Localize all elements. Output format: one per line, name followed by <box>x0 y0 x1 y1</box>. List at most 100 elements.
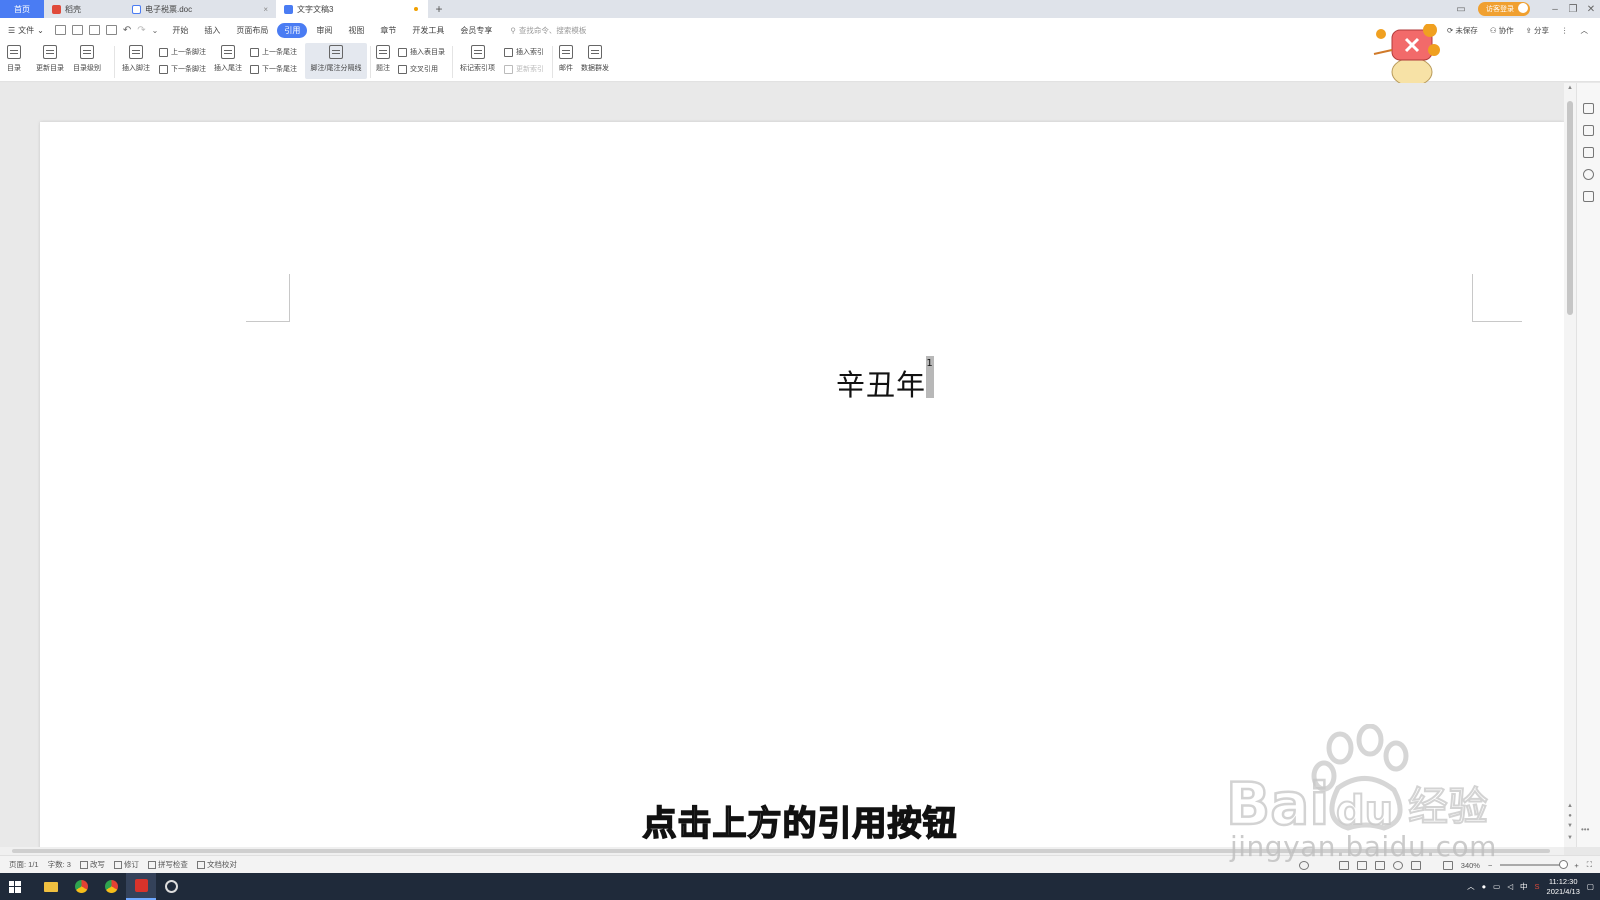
insert-index-button[interactable]: 插入索引 <box>504 47 544 57</box>
collapse-ribbon-icon[interactable]: ︿ <box>1581 25 1589 36</box>
tab-view[interactable]: 视图 <box>341 23 371 38</box>
rewrite-toggle[interactable]: 改写 <box>79 859 105 870</box>
tab-daoke[interactable]: 稻壳 <box>44 0 124 18</box>
volume-icon[interactable]: ◁ <box>1507 882 1513 891</box>
zoom-in-icon[interactable]: + <box>1574 861 1578 870</box>
toc-level-button[interactable]: 目录级别 <box>73 45 101 73</box>
customize-toolbar-icon[interactable]: ⌄ <box>152 26 159 35</box>
mark-index-label: 标记索引项 <box>460 65 495 72</box>
help-icon[interactable] <box>1583 169 1594 180</box>
minimize-button[interactable]: – <box>1546 4 1564 15</box>
chrome-icon <box>104 880 118 893</box>
zoom-slider-knob[interactable] <box>1559 860 1569 869</box>
start-button[interactable] <box>0 873 30 900</box>
data-distribution-button[interactable]: 数据群发 <box>581 45 609 73</box>
taskbar-obs[interactable] <box>156 873 186 900</box>
next-footnote-button[interactable]: 下一条脚注 <box>159 64 206 74</box>
document-text[interactable]: 辛丑年1 <box>836 356 935 404</box>
footnote-icon <box>129 45 143 59</box>
restore-button[interactable]: ❐ <box>1564 4 1582 15</box>
cross-reference-button[interactable]: 交叉引用 <box>398 64 438 74</box>
redo-icon[interactable]: ↷ <box>137 25 145 36</box>
export-icon[interactable] <box>71 25 83 35</box>
network-icon[interactable]: ▭ <box>1493 882 1500 891</box>
page-count[interactable]: 页面: 1/1 <box>9 859 39 870</box>
sogou-icon[interactable]: S <box>1535 882 1540 891</box>
vertical-scrollbar[interactable]: ▲ ▲ ● ▼ ▼ <box>1564 83 1576 847</box>
scroll-up-icon[interactable]: ▲ <box>1564 85 1576 91</box>
insert-endnote-button[interactable]: 插入尾注 <box>214 45 242 73</box>
update-index-button[interactable]: 更新索引 <box>504 64 544 74</box>
tray-expand-icon[interactable]: ︿ <box>1467 881 1475 892</box>
backup-icon[interactable] <box>1583 191 1594 202</box>
toc-level-icon <box>80 45 94 59</box>
prev-endnote-button[interactable]: 上一条尾注 <box>250 47 297 57</box>
mascot-icon[interactable] <box>1372 24 1452 88</box>
taskbar-chrome[interactable] <box>66 873 96 900</box>
revise-toggle[interactable]: 修订 <box>113 859 139 870</box>
save-icon[interactable] <box>54 25 66 35</box>
window-layout-icon[interactable]: ▭ <box>1452 4 1470 15</box>
proofread-button[interactable]: 文档校对 <box>196 859 237 870</box>
tab-page-layout[interactable]: 页面布局 <box>229 23 275 38</box>
qq-icon[interactable]: ● <box>1482 882 1487 891</box>
login-button[interactable]: 访客登录 <box>1478 2 1530 16</box>
scrollbar-thumb[interactable] <box>1567 101 1573 315</box>
tab-home[interactable]: 首页 <box>0 0 44 18</box>
taskbar-chrome-2[interactable] <box>96 873 126 900</box>
next-endnote-button[interactable]: 下一条尾注 <box>250 64 297 74</box>
tab-references[interactable]: 引用 <box>277 22 308 38</box>
update-toc-button[interactable]: 更新目录 <box>36 45 64 73</box>
print-preview-icon[interactable] <box>105 25 117 35</box>
undo-icon[interactable]: ↶ <box>123 25 131 36</box>
ime-indicator[interactable]: 中 <box>1520 881 1528 892</box>
edit-icon[interactable] <box>1583 103 1594 114</box>
document-text-content: 辛丑年 <box>836 368 927 402</box>
data-distribution-icon <box>588 45 602 59</box>
tab-insert[interactable]: 插入 <box>197 23 227 38</box>
zoom-slider[interactable] <box>1500 860 1569 869</box>
windows-taskbar: ︿ ● ▭ ◁ 中 S 11:12:30 2021/4/13 ▢ <box>0 873 1600 900</box>
spellcheck-button[interactable]: 拼写检查 <box>147 859 188 870</box>
toc-level-label: 目录级别 <box>73 65 101 72</box>
insert-table-of-figures-button[interactable]: 插入表目录 <box>398 47 445 57</box>
more-icon[interactable]: ⋮ <box>1561 26 1569 35</box>
tab-developer[interactable]: 开发工具 <box>405 23 451 38</box>
caption-button[interactable]: 题注 <box>376 45 390 73</box>
clock[interactable]: 11:12:30 2021/4/13 <box>1547 877 1580 897</box>
menu-bar: ☰ 文件 ⌄ ↶ ↷ ⌄ 开始 插入 页面布局 引用 审阅 视图 章节 开发工具… <box>0 18 1600 42</box>
word-count[interactable]: 字数: 3 <box>48 859 71 870</box>
adjust-icon[interactable] <box>1583 147 1594 158</box>
taskbar-explorer[interactable] <box>36 873 66 900</box>
unsaved-dot-icon <box>414 7 418 11</box>
tab-document-active[interactable]: 文字文稿3 <box>276 0 428 18</box>
insert-index-icon <box>504 47 513 57</box>
right-tool-sidebar: ••• <box>1576 83 1600 847</box>
taskbar-wps[interactable] <box>126 873 156 900</box>
mark-index-button[interactable]: 标记索引项 <box>460 45 495 73</box>
separator-label: 脚注/尾注分隔线 <box>310 65 362 72</box>
tab-member[interactable]: 会员专享 <box>453 23 499 38</box>
select-icon[interactable] <box>1583 125 1594 136</box>
command-search[interactable]: ⚲ 查找命令、搜索模板 <box>510 25 586 36</box>
prev-footnote-button[interactable]: 上一条脚注 <box>159 47 206 57</box>
tab-review[interactable]: 审阅 <box>309 23 339 38</box>
new-tab-button[interactable]: + <box>428 2 450 16</box>
footnote-reference[interactable]: 1 <box>926 356 935 398</box>
insert-footnote-button[interactable]: 插入脚注 <box>122 45 150 73</box>
footnote-separator-button[interactable]: 脚注/尾注分隔线 <box>305 43 367 79</box>
share-button[interactable]: ⇪ 分享 <box>1526 25 1549 36</box>
print-icon[interactable] <box>88 25 100 35</box>
notification-icon[interactable]: ▢ <box>1587 882 1594 891</box>
collab-button[interactable]: ⚇ 协作 <box>1490 25 1514 36</box>
fullscreen-icon[interactable]: ⛶ <box>1587 860 1592 870</box>
tab-document-tax[interactable]: 电子税票.doc × <box>124 0 276 18</box>
close-icon[interactable]: × <box>263 5 268 14</box>
tab-sections[interactable]: 章节 <box>373 23 403 38</box>
mail-button[interactable]: 邮件 <box>559 45 573 73</box>
file-menu[interactable]: ☰ 文件 ⌄ <box>8 25 44 36</box>
toc-button[interactable]: 目录 <box>7 45 21 73</box>
prev-endnote-label: 上一条尾注 <box>262 49 297 56</box>
tab-home-ribbon[interactable]: 开始 <box>165 23 195 38</box>
close-window-button[interactable]: ✕ <box>1582 4 1600 15</box>
